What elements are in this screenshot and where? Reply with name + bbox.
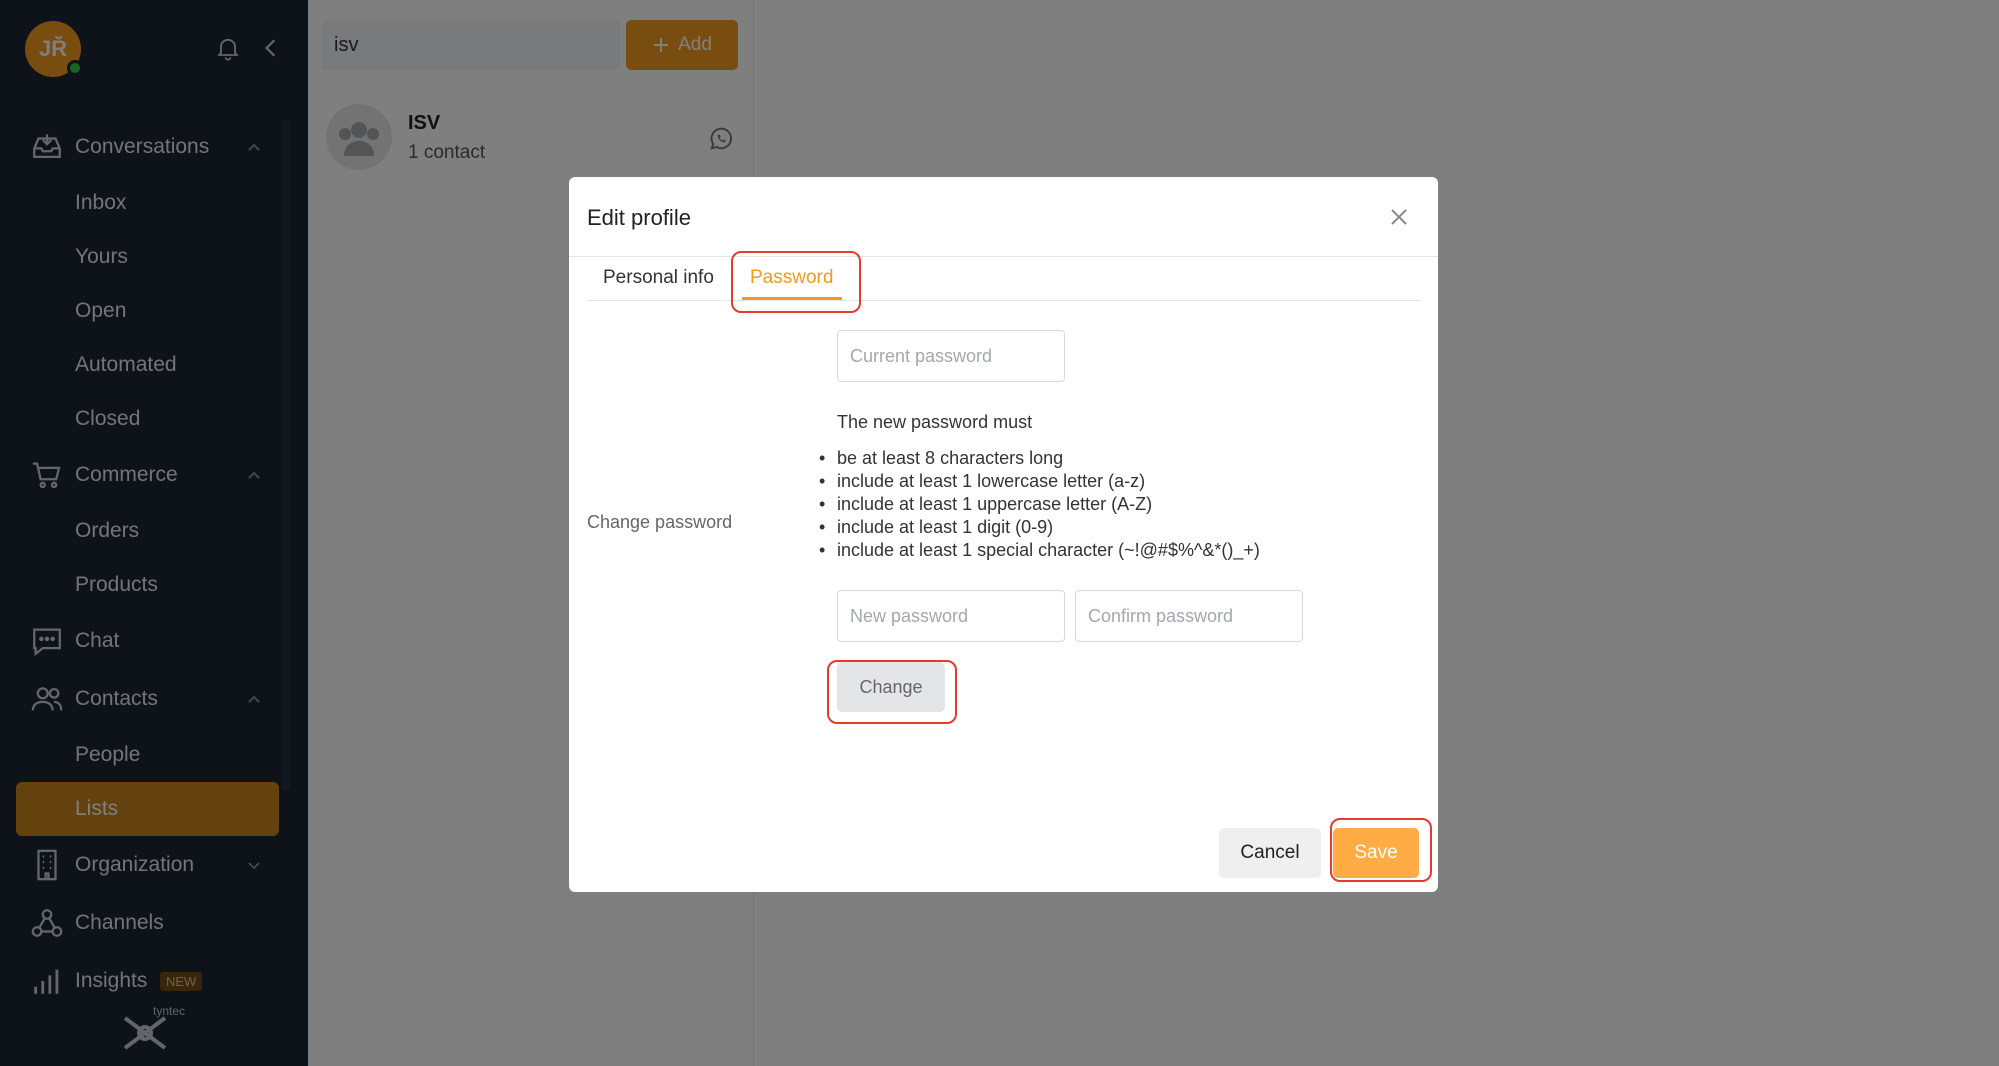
requirement-item: include at least 1 uppercase letter (A-Z… [819, 493, 1260, 516]
requirement-item: be at least 8 characters long [819, 447, 1260, 470]
tab-bar: Personal info Password [587, 257, 1421, 301]
requirements-title: The new password must [837, 412, 1033, 432]
change-password-label: Change password [587, 512, 733, 532]
current-password-field[interactable] [837, 330, 1065, 382]
highlight-outline [1330, 818, 1432, 882]
requirement-item: include at least 1 special character (~!… [819, 539, 1260, 562]
cancel-button[interactable]: Cancel [1219, 828, 1321, 878]
requirements-list: be at least 8 characters long include at… [819, 447, 1260, 562]
dialog-title: Edit profile [587, 205, 691, 230]
confirm-password-field[interactable] [1075, 590, 1303, 642]
edit-profile-dialog: Edit profile Personal info Password Chan… [569, 177, 1438, 892]
requirement-item: include at least 1 lowercase letter (a-z… [819, 470, 1260, 493]
close-icon[interactable] [1387, 205, 1411, 229]
new-password-field[interactable] [837, 590, 1065, 642]
requirement-item: include at least 1 digit (0-9) [819, 516, 1260, 539]
highlight-outline [827, 660, 957, 724]
tab-personal-info[interactable]: Personal info [603, 267, 714, 289]
highlight-outline [731, 251, 861, 313]
